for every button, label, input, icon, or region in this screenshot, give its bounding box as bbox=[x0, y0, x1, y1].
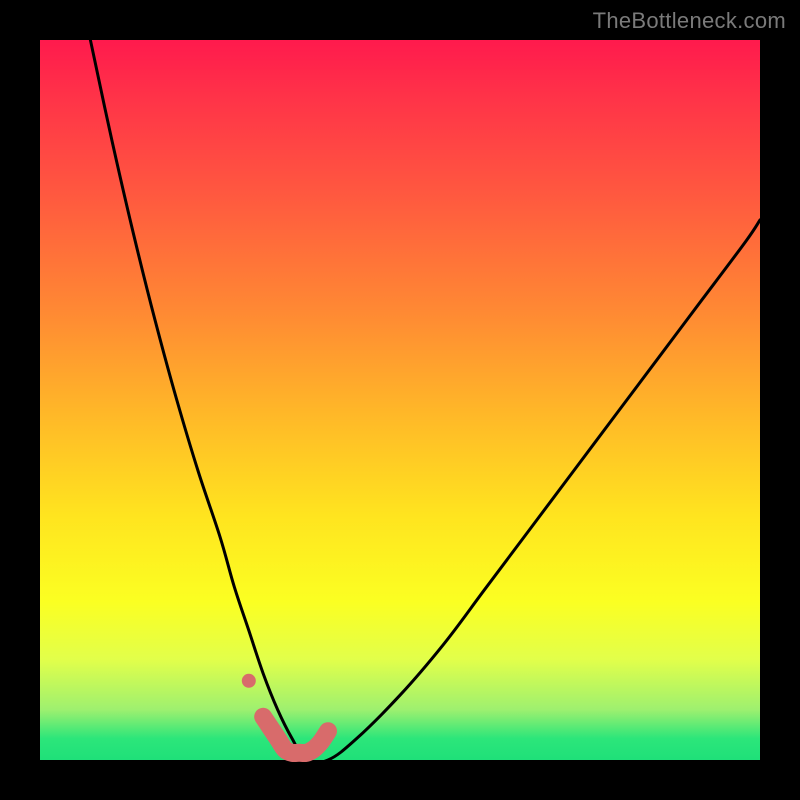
watermark-text: TheBottleneck.com bbox=[593, 8, 786, 34]
highlight-dots bbox=[242, 674, 328, 753]
plot-area bbox=[40, 40, 760, 760]
chart-frame: TheBottleneck.com bbox=[0, 0, 800, 800]
chart-svg bbox=[40, 40, 760, 760]
bottleneck-curve bbox=[90, 40, 760, 763]
